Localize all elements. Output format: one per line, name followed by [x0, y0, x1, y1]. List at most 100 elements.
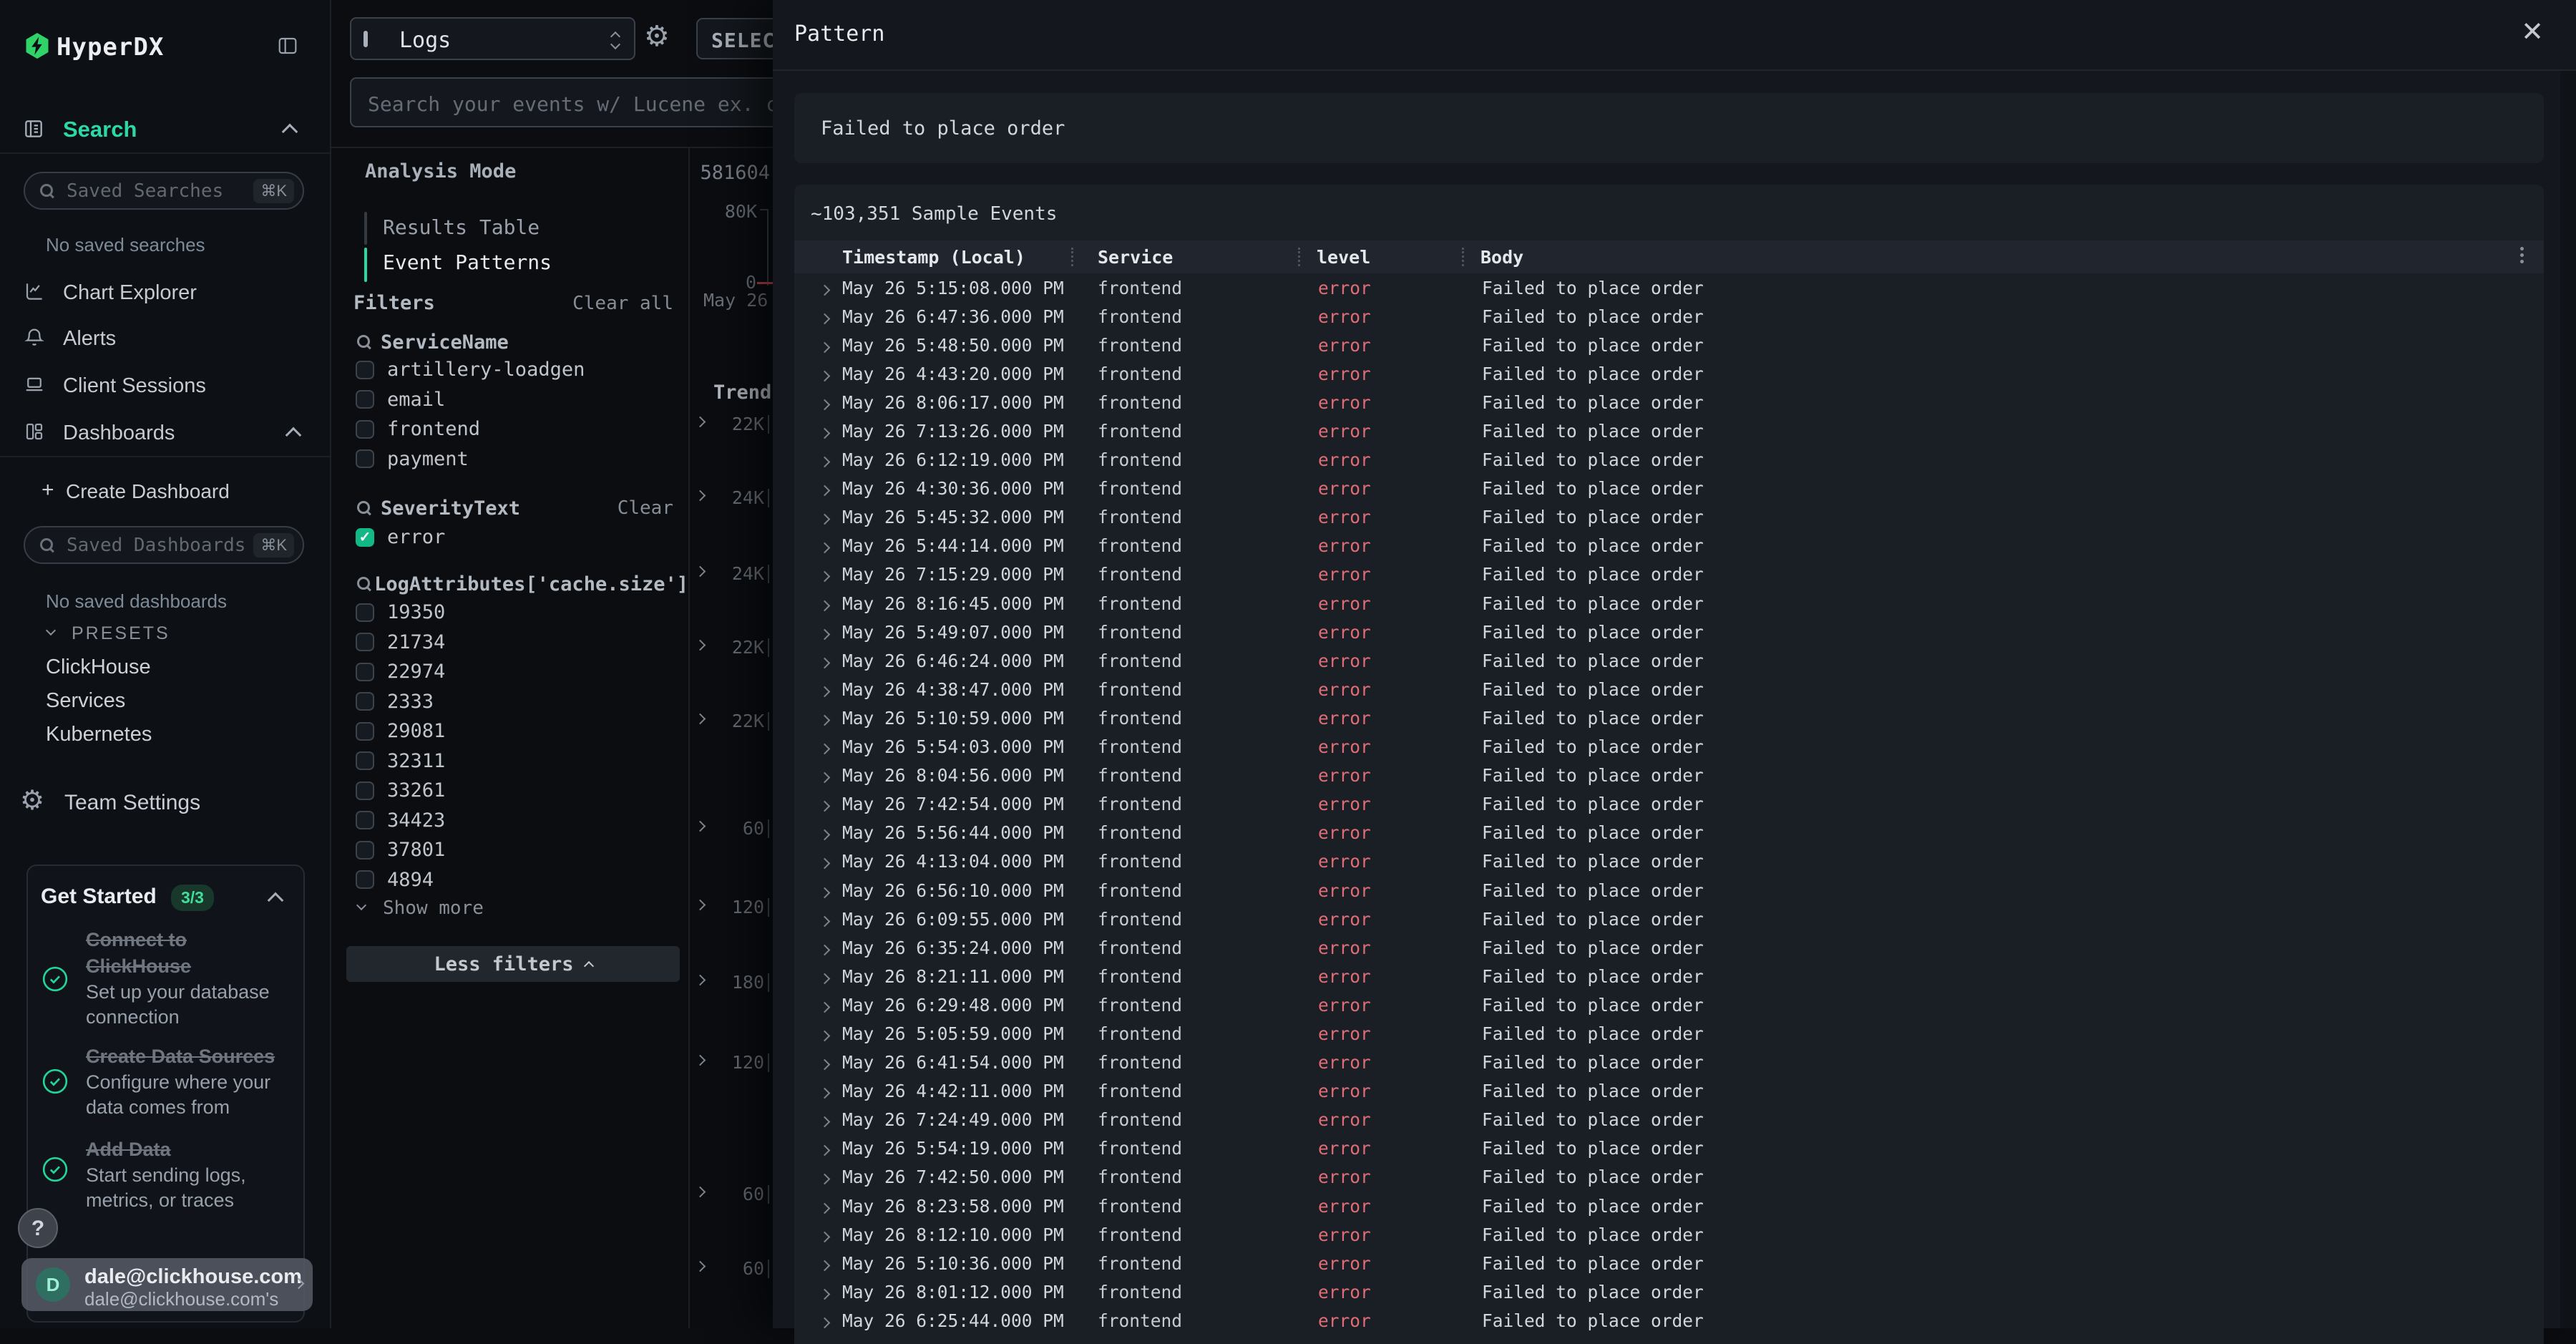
sample-event-row[interactable]: May 26 7:13:26.000 PM frontend error Fai… — [794, 417, 2544, 445]
expand-chevron-icon[interactable] — [819, 915, 831, 927]
filter-option[interactable]: 34423 — [336, 806, 688, 836]
expand-chevron-icon[interactable] — [819, 1116, 831, 1128]
filter-option[interactable]: 2333 — [336, 687, 688, 717]
expand-chevron-icon[interactable] — [819, 485, 831, 497]
get-started-item-title[interactable]: Create Data Sources — [86, 1043, 295, 1070]
filter-option[interactable]: artillery-loadgen — [336, 355, 688, 385]
clear-all-button[interactable]: Clear all — [565, 293, 673, 314]
analysis-mode-event-patterns[interactable]: Event Patterns — [383, 250, 552, 274]
checkbox[interactable] — [356, 692, 374, 711]
sample-event-row[interactable]: May 26 8:16:45.000 PM frontend error Fai… — [794, 589, 2544, 618]
less-filters-button[interactable]: Less filters — [346, 946, 680, 982]
preset-item-kubernetes[interactable]: Kubernetes — [46, 723, 152, 746]
expand-chevron-icon[interactable] — [819, 284, 831, 296]
sample-event-row[interactable]: May 26 6:12:19.000 PM frontend error Fai… — [794, 446, 2544, 474]
clear-button[interactable]: Clear — [618, 497, 673, 519]
search-icon[interactable] — [356, 500, 372, 516]
sidebar-item-search[interactable]: Search — [0, 113, 330, 149]
expand-chevron-icon[interactable] — [819, 542, 831, 554]
expand-chevron-icon[interactable] — [819, 944, 831, 955]
saved-searches-input[interactable]: Saved Searches ⌘K — [24, 172, 304, 210]
expand-chevron-icon[interactable] — [819, 772, 831, 784]
pattern-trend-row[interactable]: 22K — [688, 711, 773, 732]
sample-event-row[interactable]: May 26 5:54:03.000 PM frontend error Fai… — [794, 733, 2544, 761]
sample-event-row[interactable]: May 26 6:47:36.000 PM frontend error Fai… — [794, 302, 2544, 331]
pattern-trend-row[interactable]: 60 — [688, 1258, 773, 1280]
expand-chevron-icon[interactable] — [819, 1031, 831, 1042]
close-icon[interactable]: ✕ — [2521, 19, 2544, 46]
checkbox[interactable] — [356, 603, 374, 622]
expand-chevron-icon[interactable] — [819, 1318, 831, 1329]
pattern-trend-row[interactable]: 120 — [688, 897, 773, 918]
filter-option[interactable]: 37801 — [336, 835, 688, 865]
expand-chevron-icon[interactable] — [819, 1059, 831, 1071]
expand-chevron-icon[interactable] — [819, 887, 831, 898]
pattern-trend-row[interactable]: 22K — [688, 637, 773, 658]
sample-event-row[interactable]: May 26 5:56:44.000 PM frontend error Fai… — [794, 819, 2544, 847]
expand-chevron-icon[interactable] — [819, 371, 831, 382]
presets-toggle[interactable]: PRESETS — [0, 621, 330, 647]
expand-chevron-icon[interactable] — [819, 628, 831, 640]
checkbox[interactable] — [356, 420, 374, 439]
filter-option[interactable]: 32311 — [336, 746, 688, 776]
filter-option[interactable]: 22974 — [336, 657, 688, 687]
checkbox[interactable] — [356, 870, 374, 889]
filter-option[interactable]: 19350 — [336, 598, 688, 628]
sample-event-row[interactable]: May 26 8:23:58.000 PM frontend error Fai… — [794, 1192, 2544, 1220]
preset-item-clickhouse[interactable]: ClickHouse — [46, 656, 151, 679]
sample-event-row[interactable]: May 26 7:24:49.000 PM frontend error Fai… — [794, 1106, 2544, 1134]
sample-event-row[interactable]: May 26 5:48:50.000 PM frontend error Fai… — [794, 331, 2544, 359]
sample-event-row[interactable]: May 26 6:29:48.000 PM frontend error Fai… — [794, 990, 2544, 1019]
search-icon[interactable] — [356, 334, 372, 350]
checkbox[interactable] — [356, 633, 374, 651]
table-options-icon[interactable] — [2520, 247, 2524, 263]
sample-event-row[interactable]: May 26 8:04:56.000 PM frontend error Fai… — [794, 761, 2544, 790]
user-menu[interactable]: D dale@clickhouse.com dale@clickhouse.co… — [21, 1258, 313, 1311]
sample-event-row[interactable]: May 26 4:42:11.000 PM frontend error Fai… — [794, 1077, 2544, 1106]
get-started-item-title[interactable]: Add Data — [86, 1136, 295, 1163]
sample-event-row[interactable]: May 26 5:54:19.000 PM frontend error Fai… — [794, 1134, 2544, 1163]
expand-chevron-icon[interactable] — [819, 428, 831, 439]
expand-chevron-icon[interactable] — [819, 801, 831, 812]
filter-option[interactable]: frontend — [336, 414, 688, 444]
column-header-service[interactable]: Service — [1073, 247, 1299, 268]
sample-event-row[interactable]: May 26 5:49:07.000 PM frontend error Fai… — [794, 618, 2544, 646]
sample-event-row[interactable]: May 26 4:43:20.000 PM frontend error Fai… — [794, 359, 2544, 388]
sidebar-item-team-settings[interactable]: ⚙ Team Settings — [0, 787, 330, 820]
expand-chevron-icon[interactable] — [819, 686, 831, 698]
expand-chevron-icon[interactable] — [819, 1260, 831, 1271]
expand-chevron-icon[interactable] — [819, 657, 831, 668]
sample-event-row[interactable]: May 26 8:06:17.000 PM frontend error Fai… — [794, 388, 2544, 417]
filter-option[interactable]: 21734 — [336, 628, 688, 658]
expand-chevron-icon[interactable] — [819, 829, 831, 841]
filter-option[interactable]: payment — [336, 444, 688, 474]
column-divider[interactable] — [1071, 248, 1073, 266]
filter-option[interactable]: error — [336, 522, 688, 552]
checkbox[interactable] — [356, 390, 374, 409]
expand-chevron-icon[interactable] — [819, 858, 831, 870]
sample-event-row[interactable]: May 26 6:56:10.000 PM frontend error Fai… — [794, 876, 2544, 905]
pattern-trend-row[interactable]: 180 — [688, 972, 773, 993]
column-header-body[interactable]: Body — [1463, 247, 2544, 268]
pattern-trend-row[interactable]: 60 — [688, 1184, 773, 1205]
filter-option[interactable]: email — [336, 385, 688, 415]
expand-chevron-icon[interactable] — [819, 1088, 831, 1099]
filter-option[interactable]: 33261 — [336, 776, 688, 806]
sidebar-item-alerts[interactable]: Alerts — [0, 323, 330, 355]
expand-chevron-icon[interactable] — [819, 1202, 831, 1214]
get-started-item-title[interactable]: Connect to ClickHouse — [86, 927, 295, 980]
pattern-trend-row[interactable]: 22K — [688, 414, 773, 435]
pattern-trend-row[interactable]: 60 — [688, 818, 773, 839]
filter-option[interactable]: 29081 — [336, 716, 688, 746]
sample-event-row[interactable]: May 26 8:21:11.000 PM frontend error Fai… — [794, 962, 2544, 990]
expand-chevron-icon[interactable] — [819, 313, 831, 324]
sample-event-row[interactable]: May 26 4:13:04.000 PM frontend error Fai… — [794, 847, 2544, 876]
column-header-level[interactable]: level — [1299, 247, 1463, 268]
pattern-trend-row[interactable]: 24K — [688, 563, 773, 585]
sample-event-row[interactable]: May 26 5:15:08.000 PM frontend error Fai… — [794, 273, 2544, 302]
sample-event-row[interactable]: May 26 6:46:24.000 PM frontend error Fai… — [794, 646, 2544, 675]
expand-chevron-icon[interactable] — [819, 341, 831, 353]
checkbox[interactable] — [356, 841, 374, 860]
expand-chevron-icon[interactable] — [819, 457, 831, 468]
help-button[interactable]: ? — [18, 1208, 58, 1248]
